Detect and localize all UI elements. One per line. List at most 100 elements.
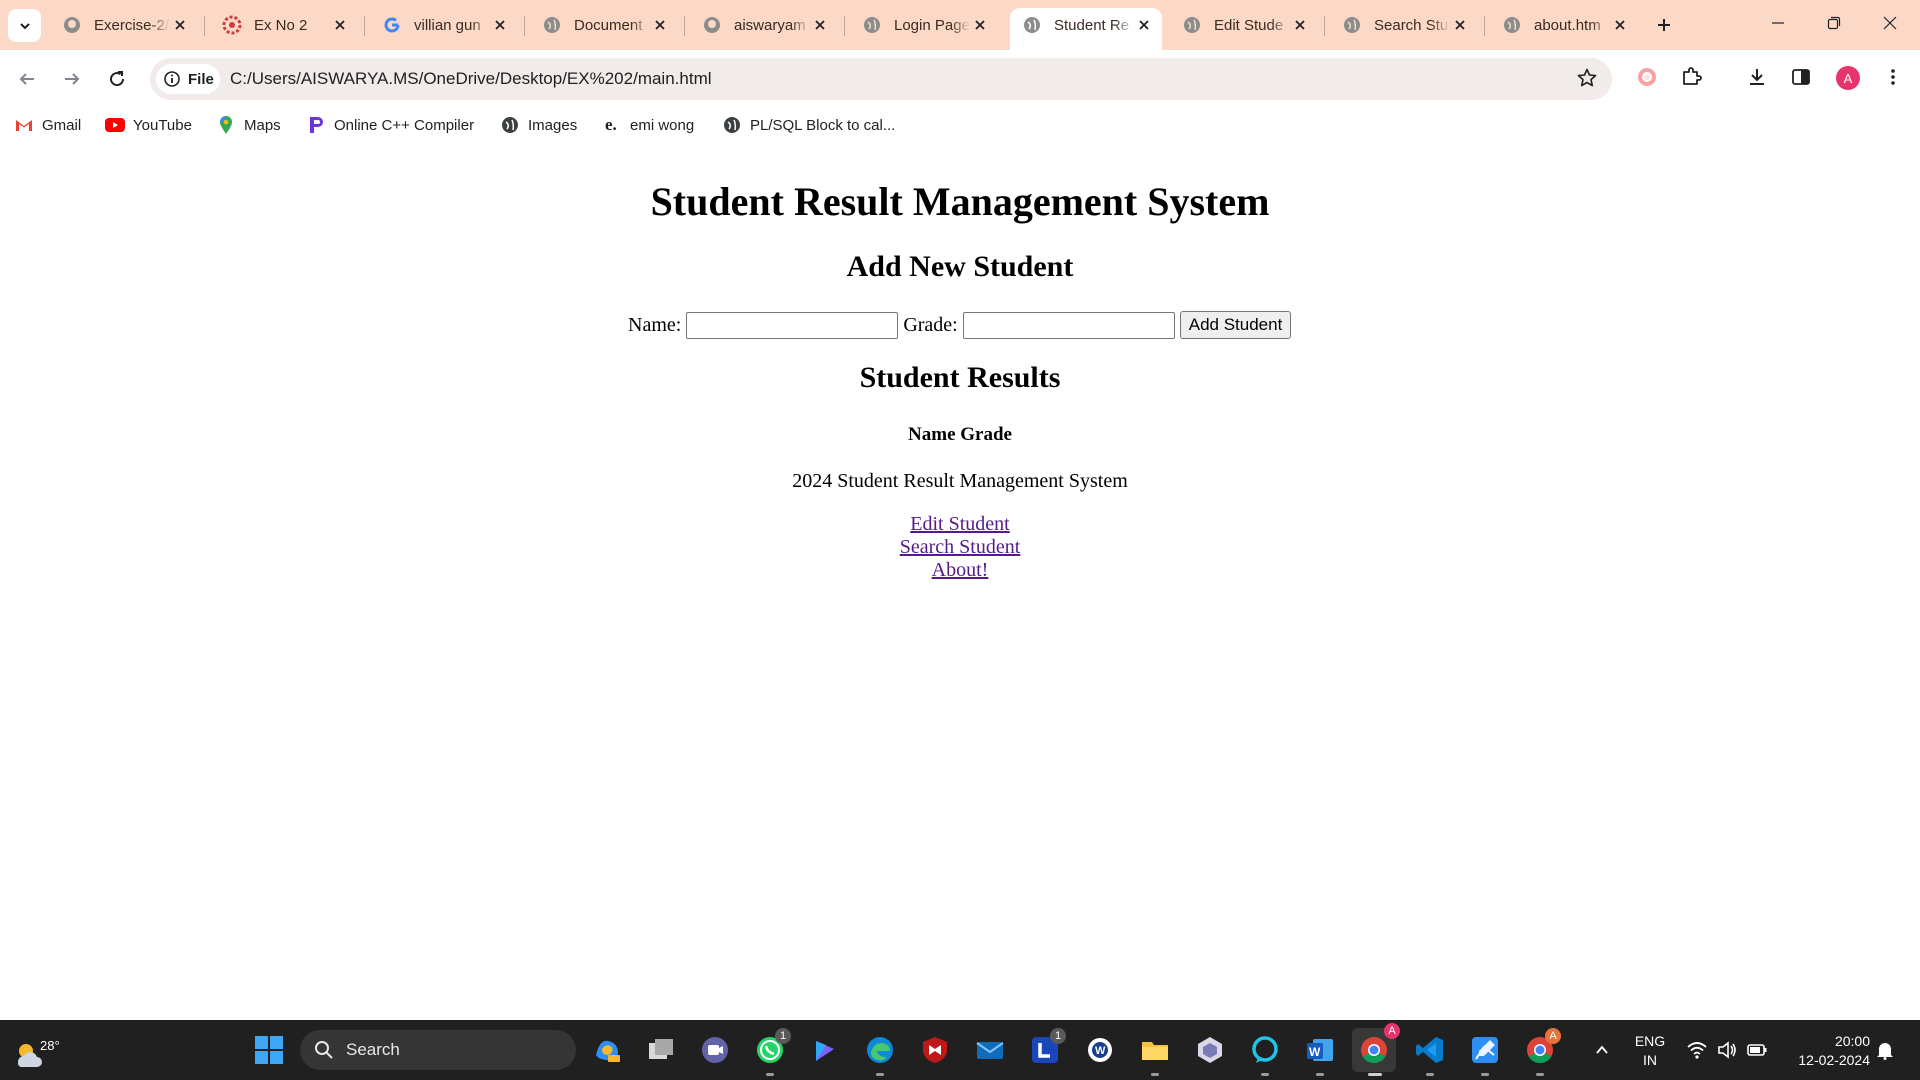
bookmark-emi-wong[interactable]: e. emi wong [602,115,694,135]
gear-red-icon [222,15,242,35]
running-indicator [1316,1073,1324,1076]
search-student-link[interactable]: Search Student [0,536,1920,559]
arrow-right-icon [65,73,80,85]
url-text[interactable]: C:/Users/AISWARYA.MS/OneDrive/Desktop/EX… [230,69,712,89]
bookmark-maps[interactable]: Maps [216,115,281,135]
globe-icon [1502,15,1522,35]
tab-search-button[interactable] [8,9,41,42]
wifi-status[interactable] [1680,1033,1714,1067]
tab-aiswaryam[interactable]: aiswaryam [690,8,838,42]
vscode-icon [1416,1037,1443,1063]
language-indicator[interactable]: ENG IN [1630,1032,1670,1070]
grade-input[interactable] [962,311,1175,339]
word-app[interactable]: W [1303,1033,1337,1076]
forward-button[interactable] [55,62,89,96]
start-button[interactable] [252,1033,286,1067]
teams-app[interactable] [698,1033,732,1067]
tab-edit-student[interactable]: Edit Stude [1170,8,1318,42]
tab-student-results[interactable]: Student Re [1010,8,1162,50]
tab-exercise[interactable]: Exercise-2/ [50,8,198,42]
plus-icon [1658,19,1670,31]
bing-icon [816,1041,834,1061]
wps-app[interactable]: W [1083,1033,1117,1067]
bookmark-youtube[interactable]: YouTube [105,115,192,135]
notifications-button[interactable] [1868,1033,1902,1067]
github-icon [702,15,722,35]
profile-avatar[interactable]: A [1836,66,1860,90]
minimize-button[interactable] [1750,0,1806,46]
close-icon[interactable] [970,15,990,35]
tab-separator [364,16,365,36]
mail-app[interactable] [973,1033,1007,1067]
close-icon[interactable] [330,15,350,35]
vscode-app[interactable] [1413,1033,1447,1076]
chrome-profile-2-app[interactable]: A [1523,1028,1561,1076]
maps-icon [216,115,236,135]
more-menu-icon[interactable] [1878,62,1908,92]
l-app[interactable]: 1 [1028,1028,1066,1067]
tab-search-student[interactable]: Search Stu [1330,8,1478,42]
close-icon[interactable] [1610,15,1630,35]
site-info-chip[interactable]: File [156,64,220,94]
column-header-grade: Grade [960,424,1012,445]
tab-about[interactable]: about.htm [1490,8,1638,42]
about-link[interactable]: About! [0,559,1920,582]
extensions-puzzle-icon[interactable] [1676,62,1706,92]
tray-overflow-button[interactable] [1585,1033,1619,1067]
battery-status[interactable] [1740,1033,1774,1067]
bing-app[interactable] [808,1033,842,1067]
chrome-app[interactable]: A [1352,1023,1400,1076]
alexa-app[interactable] [1248,1033,1282,1076]
name-input[interactable] [686,311,899,339]
bookmark-images[interactable]: Images [500,115,577,135]
add-student-button[interactable]: Add Student [1179,311,1292,339]
whatsapp-app[interactable]: 1 [753,1028,791,1076]
close-icon [1883,16,1897,30]
tab-login-page[interactable]: Login Page [850,8,998,42]
results-table-header: Name Grade [0,424,1920,446]
bookmark-plsql[interactable]: PL/SQL Block to cal... [722,115,895,135]
tab-document[interactable]: Document [530,8,678,42]
edge-app[interactable] [863,1033,897,1076]
side-panel-icon[interactable] [1786,62,1816,92]
clock-date: 12-02-2024 [1798,1052,1870,1068]
alexa-icon [1252,1036,1278,1063]
tab-separator [524,16,525,36]
close-icon[interactable] [1134,15,1154,35]
edit-student-link[interactable]: Edit Student [0,513,1920,536]
system-clock[interactable]: 20:00 12-02-2024 [1780,1032,1870,1070]
taskbar-search[interactable]: Search [300,1030,576,1070]
new-tab-button[interactable] [1650,11,1678,39]
tab-ex-no-2[interactable]: Ex No 2 [210,8,358,42]
svg-text:W: W [1309,1045,1321,1059]
address-bar[interactable]: File C:/Users/AISWARYA.MS/OneDrive/Deskt… [150,58,1612,100]
close-icon[interactable] [1450,15,1470,35]
close-icon[interactable] [490,15,510,35]
close-icon[interactable] [170,15,190,35]
file-explorer-app[interactable] [1138,1033,1172,1076]
paint-app[interactable] [1468,1033,1502,1076]
extension-ring-icon[interactable] [1632,62,1662,92]
close-window-button[interactable] [1862,0,1918,46]
back-button[interactable] [10,62,44,96]
bookmark-online-cpp[interactable]: Online C++ Compiler [306,115,474,135]
tab-villian-gun[interactable]: villian gun [370,8,518,42]
close-icon[interactable] [650,15,670,35]
reload-button[interactable] [100,62,134,96]
e-icon: e. [602,115,622,135]
restore-button[interactable] [1806,0,1862,46]
weather-widget[interactable]: 28° [12,1030,60,1070]
copilot-app[interactable] [590,1033,624,1067]
close-icon[interactable] [1290,15,1310,35]
youtube-icon [105,115,125,135]
security-app[interactable] [1193,1033,1227,1067]
bookmark-gmail[interactable]: Gmail [14,115,81,135]
download-icon[interactable] [1742,62,1772,92]
minimize-icon [1772,22,1784,24]
mcafee-app[interactable] [918,1033,952,1067]
task-view-app[interactable] [644,1033,678,1067]
close-icon[interactable] [810,15,830,35]
chrome-profile-badge: A [1545,1028,1561,1044]
volume-status[interactable] [1710,1033,1744,1067]
bookmark-star-icon[interactable] [1576,67,1598,94]
